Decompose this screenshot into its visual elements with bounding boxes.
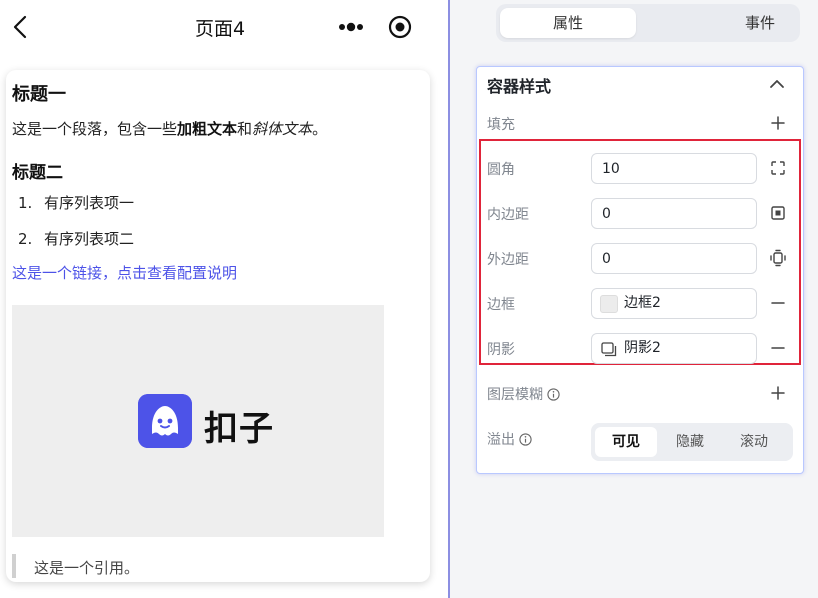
italic-text: 斜体文本: [252, 120, 313, 138]
list-number: 1.: [18, 194, 33, 212]
margin-input[interactable]: [591, 243, 757, 274]
shadow-value: 阴影2: [624, 340, 661, 356]
remove-border-minus-icon[interactable]: [769, 294, 787, 312]
shadow-label: 阴影: [487, 342, 515, 358]
padding-input[interactable]: [591, 198, 757, 229]
info-icon[interactable]: [547, 388, 560, 401]
container-style-section: 容器样式 填充 圆角 内边距 外边距 边框 边框2 阴影 阴影2: [476, 66, 804, 474]
chevron-up-icon[interactable]: [767, 75, 787, 93]
add-layer-blur-plus-icon[interactable]: [769, 384, 787, 402]
remove-shadow-minus-icon[interactable]: [769, 339, 787, 357]
padding-label: 内边距: [487, 207, 529, 223]
border-select[interactable]: 边框2: [591, 288, 757, 319]
list-item: 1. 有序列表项一: [18, 192, 134, 228]
border-label: 边框: [487, 297, 515, 313]
overflow-segmented-control: 可见 隐藏 滚动: [591, 423, 793, 461]
overflow-text: 溢出: [487, 432, 515, 448]
margin-label: 外边距: [487, 252, 529, 268]
border-color-swatch: [600, 295, 618, 313]
close-circle-icon[interactable]: [388, 15, 412, 39]
fill-label: 填充: [487, 117, 515, 133]
more-dots-icon[interactable]: [336, 17, 366, 37]
info-icon[interactable]: [519, 433, 532, 446]
list-item: 2. 有序列表项二: [18, 228, 134, 264]
ordered-list: 1. 有序列表项一 2. 有序列表项二: [18, 192, 134, 264]
paragraph: 这是一个段落，包含一些加粗文本和斜体文本。: [12, 118, 327, 139]
mini-program-capsule: [334, 14, 418, 40]
paragraph-text: 这是一个段落，包含一些: [12, 120, 178, 138]
bold-text: 加粗文本: [177, 120, 238, 138]
paragraph-period: 。: [312, 120, 328, 138]
heading-1: 标题一: [12, 84, 66, 105]
corner-radius-icon[interactable]: [769, 159, 787, 177]
list-item-text: 有序列表项二: [44, 230, 135, 248]
radius-label: 圆角: [487, 162, 515, 178]
heading-2: 标题二: [12, 163, 63, 183]
overflow-option-scroll[interactable]: 滚动: [723, 427, 785, 457]
markdown-card: 标题一 这是一个段落，包含一些加粗文本和斜体文本。 标题二 1. 有序列表项一 2…: [6, 70, 430, 582]
shadow-icon: [601, 342, 617, 357]
paragraph-conjunction: 和: [237, 120, 253, 138]
add-fill-plus-icon[interactable]: [769, 114, 787, 132]
border-value: 边框2: [624, 295, 661, 311]
layer-blur-text: 图层模糊: [487, 387, 543, 403]
overflow-option-visible[interactable]: 可见: [595, 427, 657, 457]
coze-logo-icon: [138, 394, 192, 448]
mobile-preview: 页面4 标题一 这是一个段落，包含一些加粗文本和斜体文本。 标题二 1. 有序列表…: [0, 0, 448, 598]
tab-events[interactable]: 事件: [692, 8, 818, 38]
list-number: 2.: [18, 230, 33, 248]
logo-wordmark: 扣子: [204, 409, 274, 449]
overflow-option-hidden[interactable]: 隐藏: [659, 427, 721, 457]
phone-header: 页面4: [0, 0, 448, 54]
panel-tabs: 属性 事件: [496, 4, 800, 42]
logo-image: 扣子: [12, 305, 384, 537]
shadow-select[interactable]: 阴影2: [591, 333, 757, 364]
padding-icon[interactable]: [769, 204, 787, 222]
blockquote: 这是一个引用。: [12, 554, 422, 578]
overflow-label: 溢出: [487, 429, 532, 449]
tab-properties[interactable]: 属性: [500, 8, 636, 38]
list-item-text: 有序列表项一: [44, 194, 135, 212]
section-title: 容器样式: [487, 77, 552, 96]
layer-blur-label: 图层模糊: [487, 384, 560, 404]
margin-icon[interactable]: [769, 249, 787, 267]
config-doc-link[interactable]: 这是一个链接，点击查看配置说明: [12, 262, 237, 283]
radius-input[interactable]: [591, 153, 757, 184]
